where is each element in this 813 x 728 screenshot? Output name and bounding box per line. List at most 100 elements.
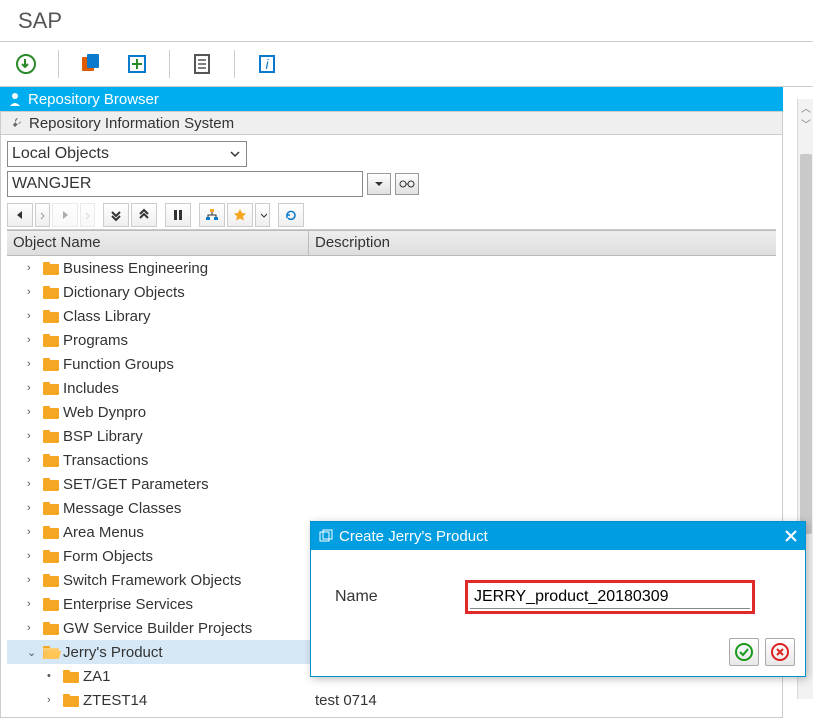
dropdown-button[interactable]	[367, 173, 391, 195]
tree-label: Includes	[63, 380, 119, 397]
name-field-highlight	[465, 580, 755, 614]
separator	[169, 50, 170, 78]
scroll-up-icon[interactable]: ︿	[798, 99, 813, 115]
tree-label: GW Service Builder Projects	[63, 620, 252, 637]
expand-icon[interactable]: ›	[27, 598, 39, 610]
expand-icon[interactable]: ›	[27, 478, 39, 490]
name-label: Name	[335, 588, 465, 606]
forward-history-button[interactable]	[80, 203, 95, 227]
tree-label: ZTEST14	[83, 692, 147, 709]
tree-row-child[interactable]: ›ZTEST14test 0714	[7, 688, 776, 711]
confirm-button[interactable]	[729, 638, 759, 666]
execute-icon[interactable]	[12, 50, 40, 78]
dialog-titlebar[interactable]: Create Jerry's Product	[311, 522, 805, 550]
scope-value: Local Objects	[12, 145, 109, 163]
col-description[interactable]: Description	[309, 231, 776, 255]
expand-icon[interactable]: ›	[27, 382, 39, 394]
worklist-icon[interactable]	[188, 50, 216, 78]
separator	[234, 50, 235, 78]
folder-icon	[43, 454, 59, 467]
tree-row[interactable]: ›Function Groups	[7, 352, 776, 376]
folder-icon	[43, 430, 59, 443]
new-window-icon	[319, 529, 333, 543]
tree-row[interactable]: › Programs	[7, 328, 776, 352]
svg-text:i: i	[265, 56, 269, 72]
scroll-down-icon[interactable]: ﹀	[798, 115, 813, 131]
tree-label: Dictionary Objects	[63, 284, 185, 301]
scope-selector[interactable]: Local Objects	[7, 141, 247, 167]
cancel-button[interactable]	[765, 638, 795, 666]
scroll-thumb[interactable]	[800, 154, 812, 534]
tree-row[interactable]: › SET/GET Parameters	[7, 472, 776, 496]
dialog-title-text: Create Jerry's Product	[339, 528, 488, 545]
tree-row[interactable]: ›BSP Library	[7, 424, 776, 448]
close-icon[interactable]	[785, 530, 797, 542]
folder-icon	[43, 286, 59, 299]
tree-label: Enterprise Services	[63, 596, 193, 613]
expand-icon[interactable]: ›	[27, 358, 39, 370]
folder-icon	[43, 550, 59, 563]
expand-icon[interactable]: ›	[27, 310, 39, 322]
tree-label: Programs	[63, 332, 128, 349]
expand-icon[interactable]: ›	[27, 262, 39, 274]
expand-icon[interactable]: ›	[27, 550, 39, 562]
favorite-list-button[interactable]	[255, 203, 270, 227]
tree-row[interactable]: ›Web Dynpro	[7, 400, 776, 424]
expand-icon[interactable]: ›	[27, 406, 39, 418]
folder-icon	[43, 478, 59, 491]
collapse-all-button[interactable]	[131, 203, 157, 227]
expand-icon[interactable]: ›	[27, 574, 39, 586]
expand-icon[interactable]: ›	[27, 430, 39, 442]
col-object-name[interactable]: Object Name	[7, 231, 309, 255]
folder-icon	[43, 646, 59, 659]
tab-repository-browser[interactable]: Repository Browser	[0, 87, 783, 111]
back-button[interactable]	[7, 203, 33, 227]
collapse-icon[interactable]: ⌄	[27, 646, 39, 659]
back-history-button[interactable]	[35, 203, 50, 227]
tree-label: ZA1	[83, 668, 111, 685]
expand-icon[interactable]: ›	[27, 334, 39, 346]
name-input[interactable]	[470, 585, 750, 609]
folder-icon	[43, 382, 59, 395]
favorite-button[interactable]	[227, 203, 253, 227]
tab-label: Repository Browser	[28, 91, 159, 108]
folder-icon	[43, 334, 59, 347]
tree-row[interactable]: › Includes	[7, 376, 776, 400]
enhance-icon[interactable]	[123, 50, 151, 78]
expand-icon[interactable]: ›	[27, 454, 39, 466]
forward-button[interactable]	[52, 203, 78, 227]
tree-row[interactable]: ›Class Library	[7, 304, 776, 328]
tree-row[interactable]: › Dictionary Objects	[7, 280, 776, 304]
folder-icon	[43, 622, 59, 635]
expand-icon[interactable]: ›	[47, 694, 59, 706]
find-button[interactable]	[165, 203, 191, 227]
tree-label: SET/GET Parameters	[63, 476, 209, 493]
info-icon[interactable]: i	[253, 50, 281, 78]
folder-icon	[63, 670, 79, 683]
expand-icon[interactable]: ›	[27, 622, 39, 634]
folder-icon	[63, 694, 79, 707]
expand-icon[interactable]: ›	[27, 526, 39, 538]
expand-icon[interactable]: ›	[27, 502, 39, 514]
expand-icon[interactable]: ›	[27, 286, 39, 298]
tree-label: Jerry's Product	[63, 644, 163, 661]
glasses-display-icon[interactable]	[395, 173, 419, 195]
tab-repository-info[interactable]: Repository Information System	[0, 111, 783, 135]
folder-icon	[43, 262, 59, 275]
other-object-icon[interactable]	[77, 50, 105, 78]
folder-icon	[43, 598, 59, 611]
tree-row[interactable]: ›Transactions	[7, 448, 776, 472]
tree-row[interactable]: › Business Engineering	[7, 256, 776, 280]
app-toolbar: i	[0, 42, 813, 87]
refresh-button[interactable]	[278, 203, 304, 227]
hierarchy-button[interactable]	[199, 203, 225, 227]
tree-label: Business Engineering	[63, 260, 208, 277]
user-field[interactable]: WANGJER	[7, 171, 363, 197]
tree-label: Switch Framework Objects	[63, 572, 241, 589]
browser-tabs: Repository Browser Repository Informatio…	[0, 87, 783, 135]
chevron-down-icon	[228, 147, 242, 161]
tree-row[interactable]: ›Message Classes	[7, 496, 776, 520]
expand-all-button[interactable]	[103, 203, 129, 227]
user-value: WANGJER	[12, 175, 91, 193]
expand-icon[interactable]: •	[47, 670, 59, 682]
